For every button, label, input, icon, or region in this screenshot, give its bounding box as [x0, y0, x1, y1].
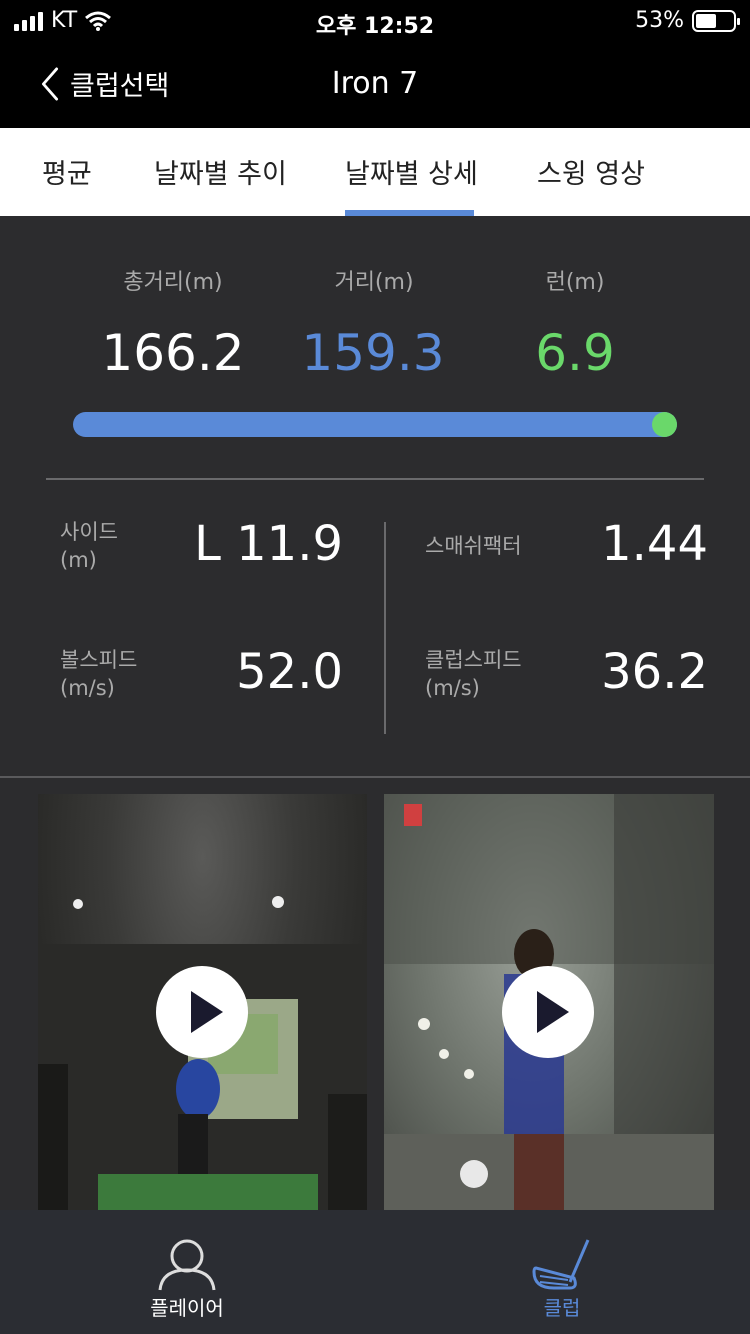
stats-vertical-divider — [384, 522, 386, 734]
page-title: Iron 7 — [331, 66, 419, 101]
run-distance-label: 런(m) — [545, 270, 605, 295]
run-distance-value: 6.9 — [535, 324, 615, 382]
run-indicator — [652, 412, 677, 437]
tab-club[interactable]: 클럽 — [462, 1210, 662, 1334]
distance-bar — [73, 412, 677, 437]
detail-content: 총거리(m) 거리(m) 런(m) 166.2 159.3 6.9 사이드 (m… — [0, 216, 750, 1214]
carry-distance-label: 거리(m) — [334, 270, 414, 295]
tab-player[interactable]: 플레이어 — [87, 1210, 287, 1334]
smash-factor-value: 1.44 — [601, 516, 708, 572]
bottom-tab-bar: 플레이어 클럽 — [0, 1210, 750, 1334]
person-icon — [158, 1239, 216, 1291]
total-distance-label: 총거리(m) — [123, 270, 223, 295]
tab-detail-by-date[interactable]: 날짜별 상세 — [345, 152, 478, 191]
ball-speed-value: 52.0 — [236, 644, 343, 700]
club-speed-value: 36.2 — [601, 644, 708, 700]
segment-tabs: 평균 날짜별 추이 날짜별 상세 스윙 영상 — [0, 128, 750, 216]
tab-trend-by-date[interactable]: 날짜별 추이 — [154, 152, 287, 191]
ball-speed-label: 볼스피드 (m/s) — [60, 648, 138, 700]
play-icon[interactable] — [156, 966, 248, 1058]
tab-average[interactable]: 평균 — [42, 152, 92, 191]
battery-percent: 53% — [635, 8, 684, 33]
tab-club-label: 클럽 — [543, 1296, 581, 1320]
divider — [46, 478, 704, 480]
status-bar: KT 오후 12:52 53% — [0, 0, 750, 40]
status-right: 53% — [635, 8, 740, 33]
tab-swing-video[interactable]: 스윙 영상 — [537, 152, 645, 191]
nav-bar: 클럽선택 Iron 7 — [0, 40, 750, 128]
side-value: L 11.9 — [194, 516, 343, 572]
golf-club-icon — [532, 1239, 590, 1290]
swing-video-thumbnail-front[interactable] — [38, 794, 367, 1214]
play-icon[interactable] — [502, 966, 594, 1058]
tab-player-label: 플레이어 — [150, 1296, 224, 1320]
section-divider — [0, 776, 750, 778]
battery-icon — [692, 9, 740, 32]
carry-distance-value: 159.3 — [301, 324, 445, 382]
swing-video-thumbnail-side[interactable] — [384, 794, 714, 1214]
total-distance-value: 166.2 — [101, 324, 245, 382]
side-label: 사이드 (m) — [60, 520, 118, 572]
